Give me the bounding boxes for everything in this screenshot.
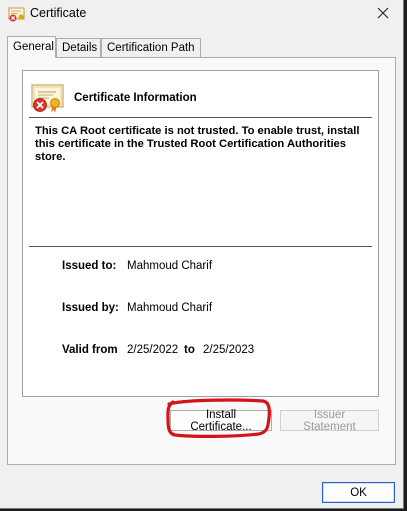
issued-by-label: Issued by: <box>62 302 119 314</box>
close-icon <box>377 7 389 19</box>
certificate-info-box: Certificate Information This CA Root cer… <box>22 70 379 397</box>
tab-general[interactable]: General <box>7 36 56 58</box>
close-button[interactable] <box>369 2 397 24</box>
divider <box>29 246 372 247</box>
valid-from-label: Valid from <box>62 344 118 356</box>
tab-certification-path[interactable]: Certification Path <box>101 38 201 57</box>
issued-to-value: Mahmoud Charif <box>127 260 213 272</box>
issued-to-label: Issued to: <box>62 260 117 272</box>
valid-to-value: 2/25/2023 <box>203 344 255 356</box>
divider <box>29 117 372 118</box>
valid-to-label: to <box>184 344 195 356</box>
install-certificate-button[interactable]: Install Certificate... <box>170 409 272 433</box>
issued-by-value: Mahmoud Charif <box>127 302 213 314</box>
certificate-icon <box>8 7 25 22</box>
certificate-dialog: Certificate General Details Certificatio… <box>0 0 404 509</box>
ok-button[interactable]: OK <box>322 482 395 503</box>
certificate-info-title: Certificate Information <box>74 92 197 104</box>
window-title: Certificate <box>30 6 87 20</box>
title-bar: Certificate <box>0 0 403 28</box>
issuer-statement-button[interactable]: Issuer Statement <box>280 409 379 433</box>
tab-details[interactable]: Details <box>56 38 101 57</box>
trust-warning-text: This CA Root certificate is not trusted.… <box>35 125 360 163</box>
untrusted-certificate-icon <box>31 84 64 113</box>
valid-from-value: 2/25/2022 <box>127 344 179 356</box>
